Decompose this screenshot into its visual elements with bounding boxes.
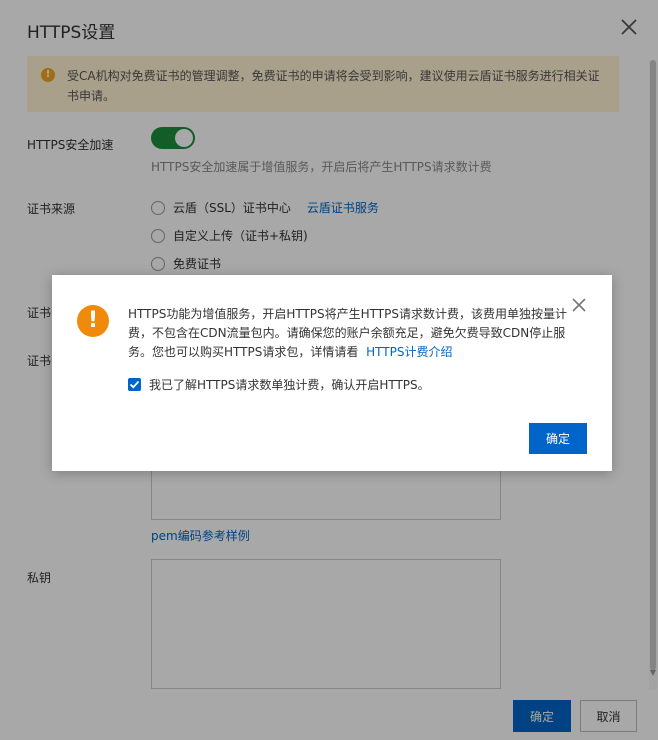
https-confirm-dialog: ! HTTPS功能为增值服务，开启HTTPS将产生HTTPS请求数计费，该费用单… (52, 275, 612, 471)
checkbox-label: 我已了解HTTPS请求数单独计费，确认开启HTTPS。 (149, 378, 430, 392)
dialog-ok-button[interactable]: 确定 (529, 423, 587, 454)
https-billing-link[interactable]: HTTPS计费介绍 (366, 345, 452, 359)
checkbox[interactable] (128, 378, 141, 391)
check-icon (129, 380, 140, 389)
billing-ack-checkbox-row[interactable]: 我已了解HTTPS请求数单独计费，确认开启HTTPS。 (128, 376, 430, 393)
dialog-message-text: HTTPS功能为增值服务，开启HTTPS将产生HTTPS请求数计费，该费用单独按… (128, 307, 567, 359)
exclamation-icon: ! (77, 305, 109, 337)
dialog-message: HTTPS功能为增值服务，开启HTTPS将产生HTTPS请求数计费，该费用单独按… (128, 305, 578, 362)
